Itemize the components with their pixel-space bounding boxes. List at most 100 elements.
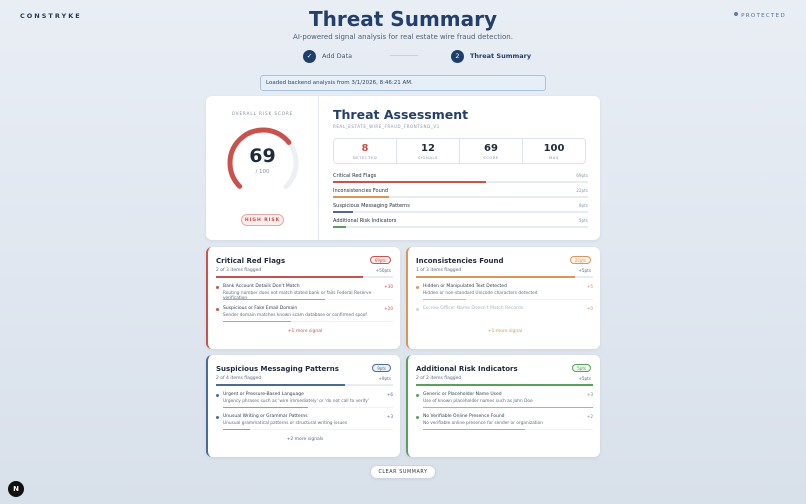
signal-description: Hidden or non-standard Unicode character… xyxy=(423,291,538,296)
signal-points: +3 xyxy=(586,392,593,397)
signal-item[interactable]: No Verifiable Online Presence Found No ve… xyxy=(416,414,593,436)
signal-item[interactable]: Hidden or Manipulated Text Detected Hidde… xyxy=(416,284,593,306)
clear-summary-button[interactable]: CLEAR SUMMARY xyxy=(370,465,436,479)
signal-bar xyxy=(423,299,593,300)
signal-bar-fill xyxy=(223,299,325,300)
risk-score-value: 69 xyxy=(249,145,276,167)
signal-bar-fill xyxy=(423,299,466,300)
signal-bar xyxy=(423,407,593,408)
flagged-points: +5pts xyxy=(578,268,591,273)
signal-title: Unusual Writing or Grammar Patterns xyxy=(223,414,308,419)
section-title: Suspicious Messaging Patterns xyxy=(216,365,339,373)
category-bar xyxy=(333,181,588,183)
signal-points: +0 xyxy=(586,306,593,311)
high-risk-badge: HIGH RISK xyxy=(241,214,284,226)
bullet-icon xyxy=(216,394,219,397)
signal-title: Bank Account Details Don't Match xyxy=(223,284,300,289)
section-points-badge: 22pts xyxy=(569,256,591,264)
risk-score-max: / 100 xyxy=(255,169,270,175)
section-title: Inconsistencies Found xyxy=(416,257,504,265)
stat-value: 8 xyxy=(361,143,369,154)
section-title: Critical Red Flags xyxy=(216,257,286,265)
signal-points: +6 xyxy=(386,392,393,397)
signal-bar xyxy=(423,429,593,430)
category-bar xyxy=(333,211,588,213)
category-points: 9pts xyxy=(578,203,588,208)
flagged-count: 2 of 2 items flagged xyxy=(416,376,462,381)
signal-points: +3 xyxy=(386,414,393,419)
bullet-icon xyxy=(416,416,419,419)
signal-title: Suspicious or Fake Email Domain xyxy=(223,306,298,311)
category-bar-fill xyxy=(333,226,346,228)
signal-description: Sender domain matches known scam databas… xyxy=(223,313,367,318)
n-logo-icon[interactable]: N xyxy=(8,481,24,497)
stat-label: DETECTED xyxy=(352,155,378,160)
signal-description: No verifiable online presence for sender… xyxy=(423,421,543,426)
section-additional-risk: Additional Risk Indicators 5pts 2 of 2 ite… xyxy=(406,355,600,457)
flagged-points: +5pts xyxy=(578,376,591,381)
signal-item[interactable]: Unusual Writing or Grammar Patterns Unusu… xyxy=(216,414,393,436)
section-points-badge: 9pts xyxy=(372,364,391,372)
signal-bar xyxy=(223,321,393,322)
category-points: 5pts xyxy=(578,218,588,223)
signal-description: Use of known placeholder names such as J… xyxy=(423,399,533,404)
step-threat-summary[interactable]: 2 Threat Summary xyxy=(451,49,531,63)
bullet-icon xyxy=(216,416,219,419)
stats-row: 8 DETECTED 12 SIGNALS 69 SCORE 100 MAX xyxy=(333,138,586,164)
signal-points: +5 xyxy=(586,284,593,289)
category-bar xyxy=(333,196,588,198)
category-name: Additional Risk Indicators xyxy=(333,218,397,224)
assessment-title: Threat Assessment xyxy=(333,107,469,122)
signal-item[interactable]: Urgent or Pressure-Based Language Urgency… xyxy=(216,392,393,414)
step-add-data[interactable]: ✓ Add Data xyxy=(303,49,352,63)
signal-points: +20 xyxy=(384,306,393,311)
stat-value: 12 xyxy=(421,143,435,154)
page-subtitle: AI-powered signal analysis for real esta… xyxy=(293,33,513,41)
signal-item[interactable]: Escrow Officer Name Doesn't Match Record… xyxy=(416,306,593,328)
more-signals-link[interactable]: +2 more signals xyxy=(208,437,402,442)
signal-bar xyxy=(223,407,393,408)
flagged-points: +50pts xyxy=(375,268,391,273)
category-additional: Additional Risk Indicators 5pts xyxy=(333,218,588,232)
signal-item[interactable]: Generic or Placeholder Name Used Use of k… xyxy=(416,392,593,414)
signal-description: Urgency phrases such as 'wire immediatel… xyxy=(223,399,369,404)
section-progress-bar xyxy=(216,276,393,278)
stat-detected: 8 DETECTED xyxy=(334,139,397,163)
section-progress-bar xyxy=(416,384,593,386)
signal-title: No Verifiable Online Presence Found xyxy=(423,414,505,419)
category-messaging: Suspicious Messaging Patterns 9pts xyxy=(333,203,588,217)
signal-bar xyxy=(223,429,393,430)
category-bar xyxy=(333,226,588,228)
stat-label: SIGNALS xyxy=(418,155,438,160)
page-title: Threat Summary xyxy=(308,7,498,31)
more-signals-link[interactable]: +1 more signal xyxy=(208,329,402,334)
signal-title: Urgent or Pressure-Based Language xyxy=(223,392,304,397)
overall-risk-label: OVERALL RISK SCORE xyxy=(231,111,294,116)
signal-item[interactable]: Suspicious or Fake Email Domain Sender do… xyxy=(216,306,393,328)
section-critical-red-flags: Critical Red Flags 69pts 2 of 3 items flag… xyxy=(206,247,400,349)
section-progress-fill xyxy=(416,276,576,278)
stat-score: 69 SCORE xyxy=(460,139,523,163)
step-label: Threat Summary xyxy=(470,52,532,60)
stat-label: MAX xyxy=(549,155,559,160)
stat-signals: 12 SIGNALS xyxy=(397,139,460,163)
section-points-badge: 5pts xyxy=(572,364,591,372)
category-name: Critical Red Flags xyxy=(333,173,377,179)
more-signals-link[interactable]: +1 more signal xyxy=(408,329,602,334)
signal-points: +2 xyxy=(586,414,593,419)
signal-description: Unusual grammatical patterns or structur… xyxy=(223,421,348,426)
flagged-count: 2 of 4 items flagged xyxy=(216,376,262,381)
section-progress-fill xyxy=(416,384,593,386)
bullet-icon xyxy=(216,308,219,311)
bullet-icon xyxy=(216,286,219,289)
category-bar-fill xyxy=(333,181,486,183)
stat-value: 100 xyxy=(543,143,565,154)
signal-item[interactable]: Bank Account Details Don't Match Routing … xyxy=(216,284,393,306)
overview-card: OVERALL RISK SCORE 69 / 100 HIGH RISK Th… xyxy=(206,96,600,240)
section-inconsistencies: Inconsistencies Found 22pts 1 of 3 items f… xyxy=(406,247,600,349)
stepper: ✓ Add Data 2 Threat Summary xyxy=(0,49,806,63)
assessment-panel: Threat Assessment REAL_ESTATE_WIRE_FRAUD… xyxy=(333,96,588,240)
category-bar-fill xyxy=(333,196,390,198)
flagged-points: +9pts xyxy=(378,376,391,381)
signal-points: +30 xyxy=(384,284,393,289)
